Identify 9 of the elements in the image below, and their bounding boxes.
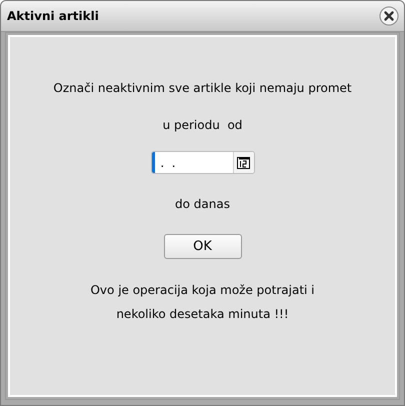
window-title: Aktivni artikli [7,9,99,23]
message-text: Označi neaktivnim sve artikle koji nemaju promet [53,81,352,95]
close-icon[interactable] [379,6,399,26]
calendar-icon[interactable] [237,156,250,168]
warning-text: Ovo je operacija koja može potrajati i nekoliko desetaka minuta !!! [89,282,316,323]
period-label: u periodu od [162,118,242,132]
until-label: do danas [175,197,230,211]
ok-button[interactable]: OK [164,234,242,259]
date-picker[interactable]: . . [150,151,254,174]
